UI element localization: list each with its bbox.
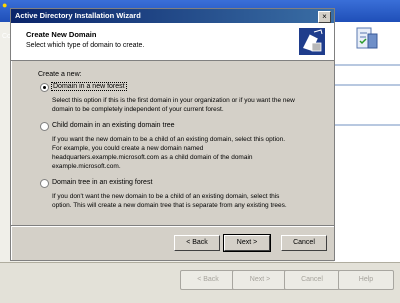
option-label-new-forest[interactable]: Domain in a new forest bbox=[51, 82, 127, 91]
desc-line: option. This will create a new domain tr… bbox=[52, 202, 287, 209]
cancel-button[interactable]: Cancel bbox=[281, 235, 327, 251]
wizard-content: Create a new: Domain in a new forest Sel… bbox=[11, 61, 334, 225]
page-title: Create New Domain bbox=[26, 30, 97, 39]
domain-wizard-icon bbox=[299, 28, 325, 55]
desc-line: Select this option if this is the first … bbox=[52, 97, 295, 104]
close-icon: × bbox=[322, 12, 327, 21]
background-cancel-button: Cancel bbox=[284, 270, 340, 290]
dialog-titlebar[interactable]: Active Directory Installation Wizard × bbox=[11, 9, 334, 23]
back-button[interactable]: < Back bbox=[174, 235, 220, 251]
radio-new-tree[interactable] bbox=[40, 179, 49, 188]
radio-new-forest[interactable] bbox=[40, 83, 49, 92]
desc-line: If you don't want the new domain to be a… bbox=[52, 193, 280, 200]
desc-line: For example, you could create a new doma… bbox=[52, 145, 204, 152]
radio-child-domain[interactable] bbox=[40, 122, 49, 131]
background-next-button: Next > bbox=[232, 270, 288, 290]
option-desc-new-forest: Select this option if this is the first … bbox=[52, 96, 322, 114]
dialog-title: Active Directory Installation Wizard bbox=[15, 11, 141, 20]
button-separator bbox=[11, 225, 334, 227]
option-desc-child-domain: If you want the new domain to be a child… bbox=[52, 135, 322, 171]
wizard-header: Create New Domain Select which type of d… bbox=[11, 23, 334, 61]
create-new-label: Create a new: bbox=[38, 71, 82, 78]
wizard-dialog: Active Directory Installation Wizard × C… bbox=[10, 8, 335, 261]
background-right-panel bbox=[334, 22, 400, 262]
option-label-child-domain[interactable]: Child domain in an existing domain tree bbox=[52, 122, 175, 129]
server-checklist-icon bbox=[356, 27, 378, 49]
close-button[interactable]: × bbox=[318, 11, 331, 23]
next-button[interactable]: Next > bbox=[224, 235, 270, 251]
background-help-button: Help bbox=[338, 270, 394, 290]
background-back-button: < Back bbox=[180, 270, 236, 290]
windows-logo-icon: ● bbox=[2, 0, 8, 10]
option-desc-new-tree: If you don't want the new domain to be a… bbox=[52, 192, 322, 210]
desc-line: headquarters.example.microsoft.com as a … bbox=[52, 154, 253, 161]
desc-line: If you want the new domain to be a child… bbox=[52, 136, 286, 143]
page-subtitle: Select which type of domain to create. bbox=[26, 42, 145, 49]
desc-line: domain to be completely independent of y… bbox=[52, 106, 224, 113]
option-label-new-tree[interactable]: Domain tree in an existing forest bbox=[52, 179, 152, 186]
desc-line: example.microsoft.com. bbox=[52, 163, 121, 170]
